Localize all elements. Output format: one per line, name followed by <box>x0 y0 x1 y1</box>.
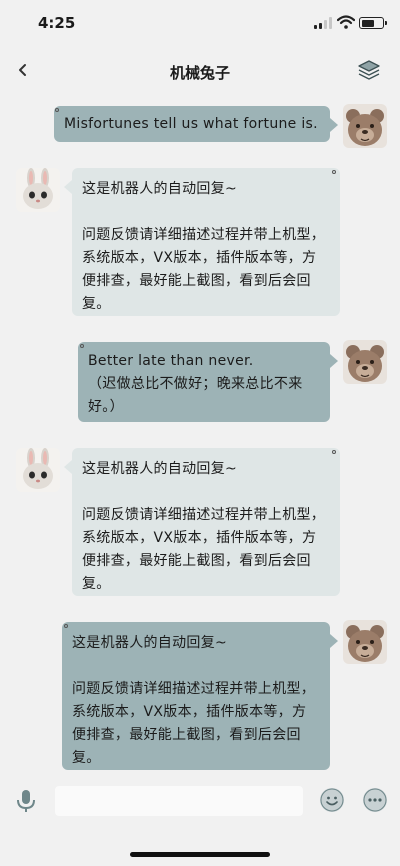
rabbit-avatar-icon <box>16 168 60 212</box>
message-bubble[interactable]: Better late than never. （迟做总比不做好；晚来总比不来好… <box>78 342 330 422</box>
message-bubble[interactable]: Misfortunes tell us what fortune is. <box>54 106 330 142</box>
message-outgoing: 这是机器人的自动回复~ 问题反馈请详细描述过程并带上机型，系统版本，VX版本，插… <box>0 616 400 776</box>
home-indicator <box>130 852 270 857</box>
microphone-icon[interactable] <box>14 788 38 814</box>
bot-avatar[interactable] <box>16 448 60 492</box>
nav-bar: 机械兔子 <box>0 48 400 94</box>
bot-avatar[interactable] <box>16 168 60 212</box>
cellular-signal-icon <box>314 17 332 29</box>
message-incoming: 这是机器人的自动回复~ 问题反馈请详细描述过程并带上机型，系统版本，VX版本，插… <box>0 444 400 600</box>
more-icon[interactable] <box>363 788 387 812</box>
message-outgoing: Misfortunes tell us what fortune is. <box>0 100 400 150</box>
message-bubble[interactable]: 这是机器人的自动回复~ 问题反馈请详细描述过程并带上机型，系统版本，VX版本，插… <box>72 168 340 316</box>
smiley-icon[interactable] <box>320 788 344 812</box>
input-bar <box>0 778 400 828</box>
page-title: 机械兔子 <box>169 64 230 82</box>
message-input[interactable] <box>55 786 303 816</box>
message-outgoing: Better late than never. （迟做总比不做好；晚来总比不来好… <box>0 336 400 428</box>
bear-avatar-icon <box>343 340 387 384</box>
user-avatar[interactable] <box>343 104 387 148</box>
user-avatar[interactable] <box>343 620 387 664</box>
message-bubble[interactable]: 这是机器人的自动回复~ 问题反馈请详细描述过程并带上机型，系统版本，VX版本，插… <box>62 622 330 770</box>
status-time: 4:25 <box>38 14 76 32</box>
status-bar: 4:25 <box>0 0 400 46</box>
layers-icon[interactable] <box>356 58 382 84</box>
battery-icon <box>359 17 387 29</box>
wifi-icon <box>337 15 355 29</box>
bear-avatar-icon <box>343 620 387 664</box>
user-avatar[interactable] <box>343 340 387 384</box>
bear-avatar-icon <box>343 104 387 148</box>
rabbit-avatar-icon <box>16 448 60 492</box>
message-incoming: 这是机器人的自动回复~ 问题反馈请详细描述过程并带上机型，系统版本，VX版本，插… <box>0 164 400 320</box>
message-bubble[interactable]: 这是机器人的自动回复~ 问题反馈请详细描述过程并带上机型，系统版本，VX版本，插… <box>72 448 340 596</box>
